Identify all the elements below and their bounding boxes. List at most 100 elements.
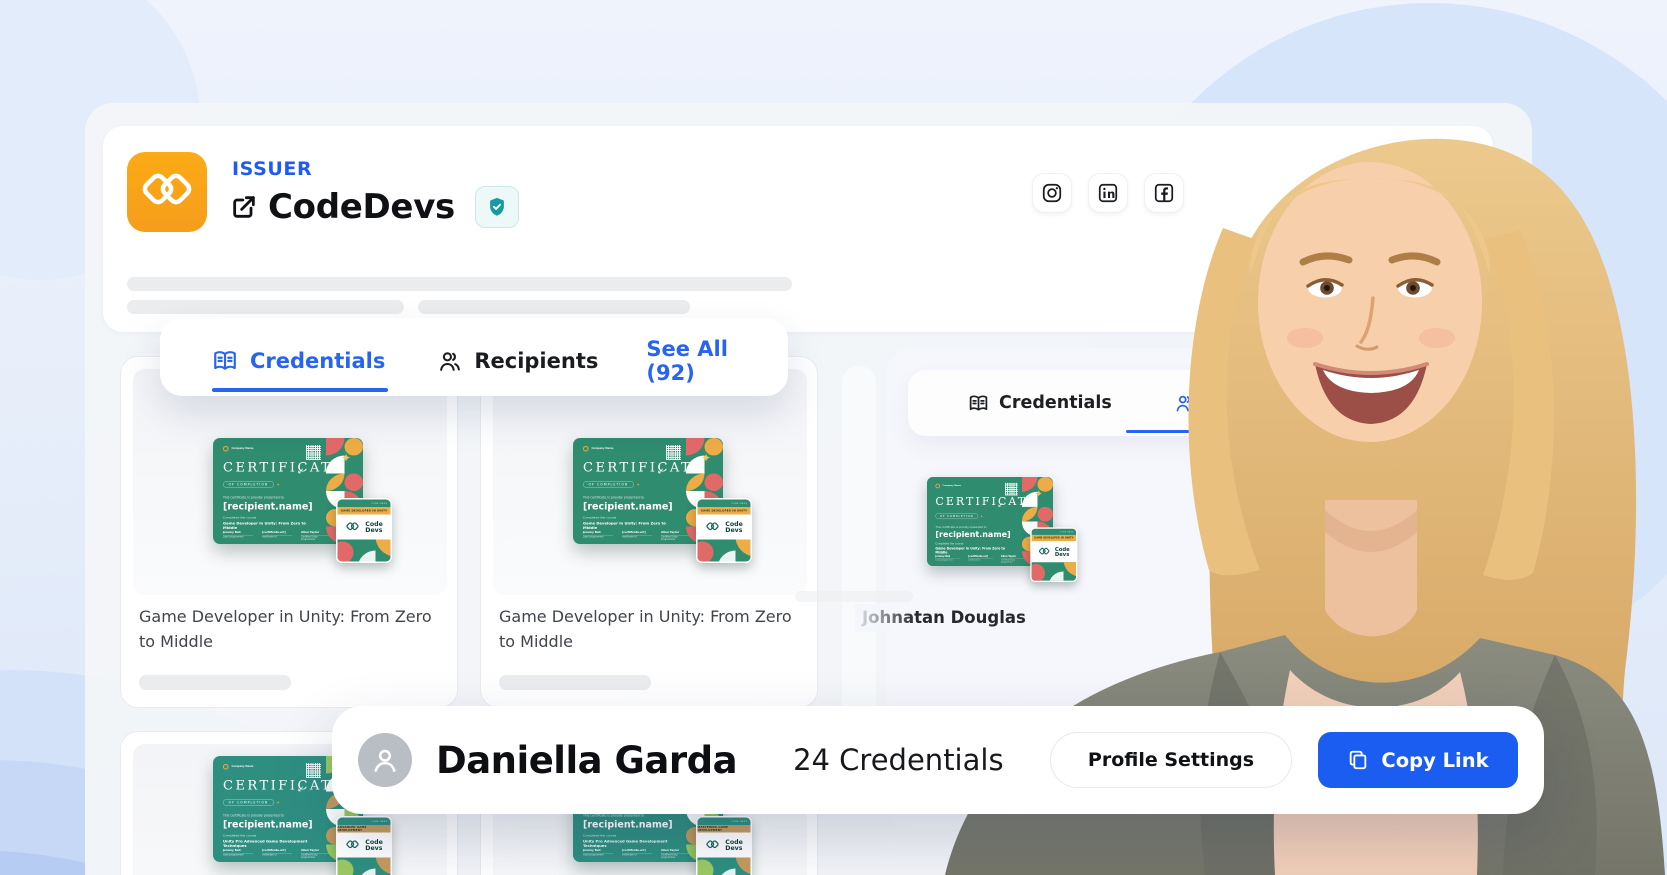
social-links (1032, 173, 1184, 213)
codedevs-logo-icon (127, 152, 207, 232)
completed-line: Completed the course (583, 834, 617, 838)
tab-bar-primary: Credentials Recipients See All (92) (160, 318, 788, 396)
recipient-placeholder: [recipient.name] (583, 501, 673, 512)
star-icon: ✦ (980, 514, 984, 518)
certificate: Company Name ↙ CERTIFICATE OF COMPLETION… (213, 438, 392, 563)
badge-brand: Code Devs (337, 832, 391, 858)
skeleton-bar (418, 300, 690, 314)
recipient-placeholder: [recipient.name] (935, 529, 1011, 540)
badge-brand-name: Code Devs (725, 519, 743, 534)
see-all-link[interactable]: See All (92) (646, 337, 748, 385)
badge-label: GAME DEVELOPER IN UNITY (697, 507, 751, 515)
certificate-subheading: OF COMPLETION (935, 513, 979, 519)
tab-recipients-label: Recipients (474, 349, 599, 373)
credential-badge: CODE DEVS GAME DEVELOPER IN UNITY Code D… (336, 498, 392, 563)
linkedin-icon (1097, 182, 1119, 204)
active-tab-underline (1126, 430, 1238, 433)
badge-brand: Code Devs (1031, 541, 1077, 563)
skeleton-bar (139, 675, 291, 690)
course-title: Game Developer in Unity: From Zero to Mi… (935, 546, 1006, 555)
certificate-subheading-pill: OF COMPLETION ✦ (935, 513, 983, 519)
completed-line: Completed the course (223, 834, 257, 838)
certificate-company-logo: Company Name (935, 483, 962, 489)
instagram-button[interactable] (1032, 173, 1072, 213)
badge-small-text: CODE DEVS (697, 499, 751, 507)
facebook-button[interactable] (1144, 173, 1184, 213)
active-tab-underline (212, 388, 388, 392)
badge-brand-name: Code Devs (365, 837, 383, 852)
badge-small-text: CODE DEVS (337, 499, 391, 507)
issuer-label: ISSUER (232, 158, 313, 180)
presented-line: This certificate is proudly presented to (223, 496, 284, 500)
skeleton-bar (795, 591, 913, 602)
book-icon (968, 393, 989, 414)
course-title: Unity Pro Advanced Game Development Tech… (583, 839, 668, 848)
certificate-thumbnail: Company Name ↙ CERTIFICATE OF COMPLETION… (927, 477, 1078, 582)
signature-row: Jeremy Bell Lead programmer [certificate.u… (223, 849, 331, 859)
user-avatar-icon (368, 743, 402, 777)
completed-line: Completed the course (935, 542, 964, 546)
credential-badge: CODE DEVS GAME DEVELOPER IN UNITY Code D… (696, 498, 752, 563)
signature: Jeremy Bell Lead programmer (583, 531, 613, 541)
credential-card[interactable]: Company Name ↙ CERTIFICATE OF COMPLETION… (120, 356, 458, 708)
signature-row: Jeremy Bell Lead programmer [certificate.u… (583, 531, 691, 541)
company-name: Company Name (942, 484, 962, 488)
certificate-subheading: OF COMPLETION (583, 481, 634, 488)
verified-badge (475, 186, 519, 228)
credential-card[interactable]: Company Name ↙ CERTIFICATE OF COMPLETION… (480, 356, 818, 708)
signature: [certificate.url] certificate id (622, 531, 652, 541)
linkedin-button[interactable] (1088, 173, 1128, 213)
signature: [certificate.url] certificate id (262, 849, 292, 859)
course-title: Game Developer in Unity: From Zero to Mi… (223, 521, 306, 530)
copy-link-label: Copy Link (1381, 748, 1489, 772)
tab-credentials-label: Credentials (250, 349, 386, 373)
facebook-icon (1153, 182, 1175, 204)
presented-line: This certificate is proudly presented to (583, 814, 644, 818)
tab-recipients[interactable]: Recipients (437, 349, 598, 374)
star-icon: ✦ (340, 451, 351, 465)
certificate-thumbnail: Company Name ↙ CERTIFICATE OF COMPLETION… (573, 438, 752, 563)
tab-credentials[interactable]: Credentials (212, 348, 385, 374)
presented-line: This certificate is proudly presented to (935, 525, 987, 529)
tab-credentials-secondary[interactable]: Credentials (968, 393, 1112, 414)
tab-recipients-secondary[interactable]: Recipients (1174, 393, 1308, 414)
signature-row: Jeremy Bell Lead programmer [certificate.u… (583, 849, 691, 859)
badge-decoration (697, 539, 751, 562)
profile-settings-button[interactable]: Profile Settings (1050, 732, 1292, 788)
certificate-company-logo: Company Name (583, 446, 615, 452)
credentials-count: 24 Credentials (793, 743, 1004, 777)
company-logo-icon (583, 446, 589, 452)
company-logo-icon (223, 446, 229, 452)
company-logo-icon (223, 764, 229, 770)
company-name: Company Name (591, 447, 614, 451)
signature: [certificate.url] certificate id (968, 555, 994, 563)
external-link-icon[interactable] (230, 193, 258, 221)
credential-badge: CODE DEVS GAME DEVELOPER IN UNITY Code D… (1030, 527, 1078, 582)
issuer-header-card: ISSUER CodeDevs (103, 126, 1493, 332)
copy-link-button[interactable]: Copy Link (1318, 732, 1518, 788)
certificate-subheading: OF COMPLETION (223, 481, 274, 488)
fade-overlay (855, 604, 915, 632)
tab-recipients-label: Recipients (1204, 393, 1309, 413)
certificate-company-logo: Company Name (223, 446, 255, 452)
profile-settings-label: Profile Settings (1087, 749, 1255, 771)
star-icon: ✦ (636, 482, 640, 487)
signature: [certificate.url] certificate id (262, 531, 292, 541)
presented-line: This certificate is proudly presented to (583, 496, 644, 500)
copy-icon (1347, 749, 1369, 771)
badge-small-text: CODE DEVS (697, 817, 751, 825)
badge-brand: Code Devs (337, 514, 391, 540)
certificate-subheading-pill: OF COMPLETION ✦ (223, 799, 280, 806)
badge-decoration (697, 857, 751, 875)
course-title: Unity Pro Advanced Game Development Tech… (223, 839, 308, 848)
certificate-subheading-pill: OF COMPLETION ✦ (223, 481, 280, 488)
credential-title: Game Developer in Unity: From Zero to Mi… (139, 607, 432, 651)
star-icon: ✦ (276, 800, 280, 805)
profile-summary-bar: Daniella Garda 24 Credentials Profile Se… (332, 706, 1544, 814)
badge-decoration (1031, 562, 1077, 581)
certificate-subheading: OF COMPLETION (223, 799, 274, 806)
profile-name: Daniella Garda (436, 738, 738, 782)
star-icon: ✦ (700, 451, 711, 465)
completed-line: Completed the course (583, 516, 617, 520)
avatar (358, 733, 412, 787)
